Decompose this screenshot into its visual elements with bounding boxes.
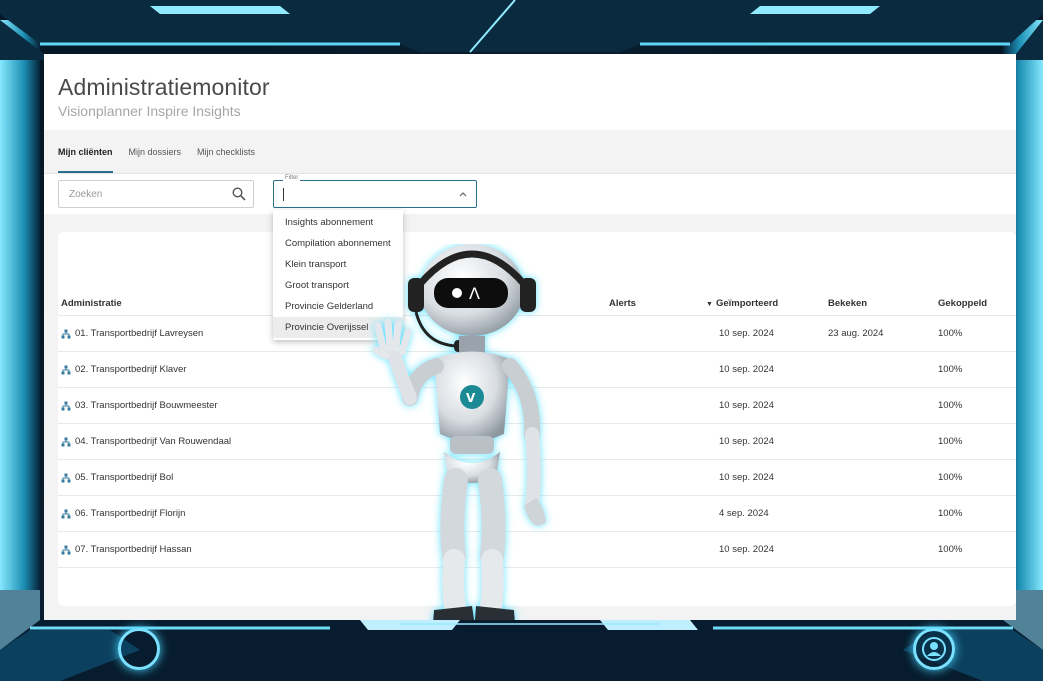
frame-top-decoration [0, 0, 1043, 60]
tab-mijn-checklists[interactable]: Mijn checklists [197, 147, 255, 173]
geimporteerd-cell: 10 sep. 2024 [719, 364, 774, 375]
app-header: Administratiemonitor Visionplanner Inspi… [44, 54, 1016, 130]
org-chart-icon [61, 545, 71, 554]
gekoppeld-cell: 100% [938, 544, 963, 555]
svg-text:V: V [466, 391, 476, 405]
tab-bar: Mijn cliënten Mijn dossiers Mijn checkli… [44, 130, 1016, 174]
administratie-cell[interactable]: 03. Transportbedrijf Bouwmeester [61, 400, 218, 411]
tab-mijn-dossiers[interactable]: Mijn dossiers [129, 147, 182, 173]
search-icon[interactable] [232, 187, 246, 201]
geimporteerd-cell: 10 sep. 2024 [719, 544, 774, 555]
app-window: Administratiemonitor Visionplanner Inspi… [44, 54, 1016, 620]
robot-mascot: Λ V [372, 244, 546, 620]
gekoppeld-cell: 100% [938, 472, 963, 483]
column-header-gekoppeld[interactable]: Gekoppeld [938, 298, 987, 309]
administratie-cell[interactable]: 04. Transportbedrijf Van Rouwendaal [61, 436, 231, 447]
gekoppeld-cell: 100% [938, 436, 963, 447]
org-chart-icon [61, 401, 71, 410]
administratie-name: 04. Transportbedrijf Van Rouwendaal [75, 436, 232, 447]
geimporteerd-cell: 4 sep. 2024 [719, 508, 769, 519]
geimporteerd-cell: 10 sep. 2024 [719, 472, 774, 483]
administratie-cell[interactable]: 05. Transportbedrijf Bol [61, 472, 173, 483]
gekoppeld-cell: 100% [938, 400, 963, 411]
gekoppeld-cell: 100% [938, 364, 963, 375]
sort-desc-icon: ▼ [706, 301, 713, 308]
org-chart-icon [61, 365, 71, 374]
org-chart-icon [61, 329, 71, 338]
chevron-up-icon[interactable] [459, 191, 467, 197]
geimporteerd-cell: 10 sep. 2024 [719, 328, 774, 339]
administratie-name: 06. Transportbedrijf Florijn [75, 508, 186, 519]
org-chart-icon [61, 437, 71, 446]
filter-select[interactable]: Filter [273, 175, 477, 208]
administratie-name: 02. Transportbedrijf Klaver [75, 364, 187, 375]
administratie-name: 05. Transportbedrijf Bol [75, 472, 174, 483]
administratie-cell[interactable]: 02. Transportbedrijf Klaver [61, 364, 186, 375]
user-icon [922, 637, 946, 661]
org-chart-icon [61, 473, 71, 482]
administratie-cell[interactable]: 01. Transportbedrijf Lavreysen [61, 328, 203, 339]
frame-circle-button[interactable] [118, 628, 160, 670]
column-header-bekeken[interactable]: Bekeken [828, 298, 867, 309]
profile-button[interactable] [913, 628, 955, 670]
tab-mijn-clienten[interactable]: Mijn cliënten [58, 147, 113, 173]
bekeken-cell: 23 aug. 2024 [828, 328, 884, 339]
org-chart-icon [61, 509, 71, 518]
column-header-geimporteerd[interactable]: ▼ Geïmporteerd [706, 298, 778, 309]
page-title: Administratiemonitor [58, 74, 270, 100]
administratie-name: 03. Transportbedrijf Bouwmeester [75, 400, 218, 411]
geimporteerd-cell: 10 sep. 2024 [719, 436, 774, 447]
filter-option-insights[interactable]: Insights abonnement [273, 212, 403, 233]
text-cursor [283, 188, 284, 201]
robot-visor-glyph: Λ [469, 284, 480, 303]
filter-label: Filter [283, 175, 301, 181]
toolbar: Filter Insights abonnement Compilation a… [44, 174, 1016, 340]
administratie-cell[interactable]: 07. Transportbedrijf Hassan [61, 544, 192, 555]
search-input[interactable] [59, 181, 229, 207]
geimporteerd-cell: 10 sep. 2024 [719, 400, 774, 411]
page-subtitle: Visionplanner Inspire Insights [58, 103, 241, 119]
gekoppeld-cell: 100% [938, 328, 963, 339]
administratie-cell[interactable]: 06. Transportbedrijf Florijn [61, 508, 185, 519]
administratie-name: 07. Transportbedrijf Hassan [75, 544, 192, 555]
administratie-name: 01. Transportbedrijf Lavreysen [75, 328, 204, 339]
search-field [58, 180, 254, 208]
frame-glow-left [0, 20, 40, 620]
gekoppeld-cell: 100% [938, 508, 963, 519]
column-header-administratie[interactable]: Administratie [61, 298, 122, 309]
